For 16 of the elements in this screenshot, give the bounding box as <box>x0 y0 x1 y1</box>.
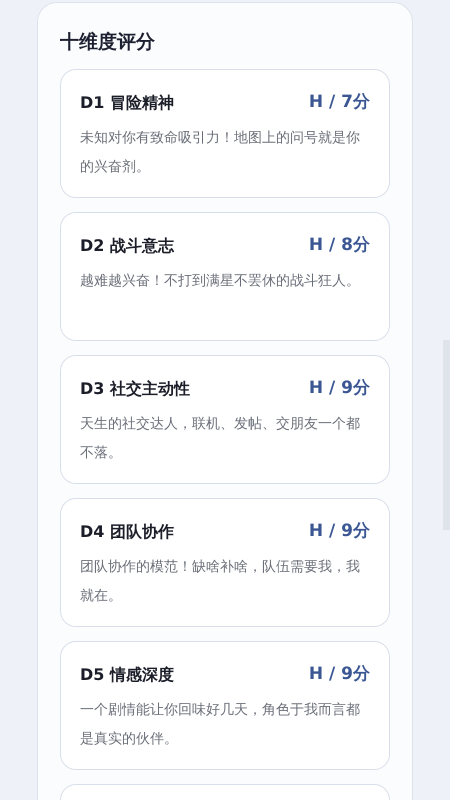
dimension-description: 越难越兴奋！不打到满星不罢休的战斗狂人。 <box>80 272 361 290</box>
dimension-score: H / 9分 <box>308 377 370 400</box>
dimension-score: H / 9分 <box>308 520 370 543</box>
dimension-name: D2 战斗意志 <box>80 234 174 257</box>
dimension-description: 未知对你有致命吸引力！地图上的问号就是你的兴奋剂。 <box>80 128 361 176</box>
dimension-score: H / 8分 <box>308 234 370 257</box>
dimension-name: D5 情感深度 <box>80 664 174 686</box>
dimension-description: 天生的社交达人，联机、发帖、交朋友一个都不落。 <box>80 414 361 462</box>
dimension-name: D4 团队协作 <box>80 520 174 543</box>
section-title: 十维度评分 <box>60 30 156 55</box>
dimension-name: D1 冒险精神 <box>80 92 174 114</box>
dimension-description: 团队协作的模范！缺啥补啥，队伍需要我，我就在。 <box>80 558 361 606</box>
dimension-score: H / 9分 <box>308 663 370 686</box>
dimension-name: D3 社交主动性 <box>80 378 190 400</box>
dimension-description: 一个剧情能让你回味好几天，角色于我而言都是真实的伙伴。 <box>80 700 361 748</box>
dimension-score: H / 7分 <box>308 91 370 114</box>
